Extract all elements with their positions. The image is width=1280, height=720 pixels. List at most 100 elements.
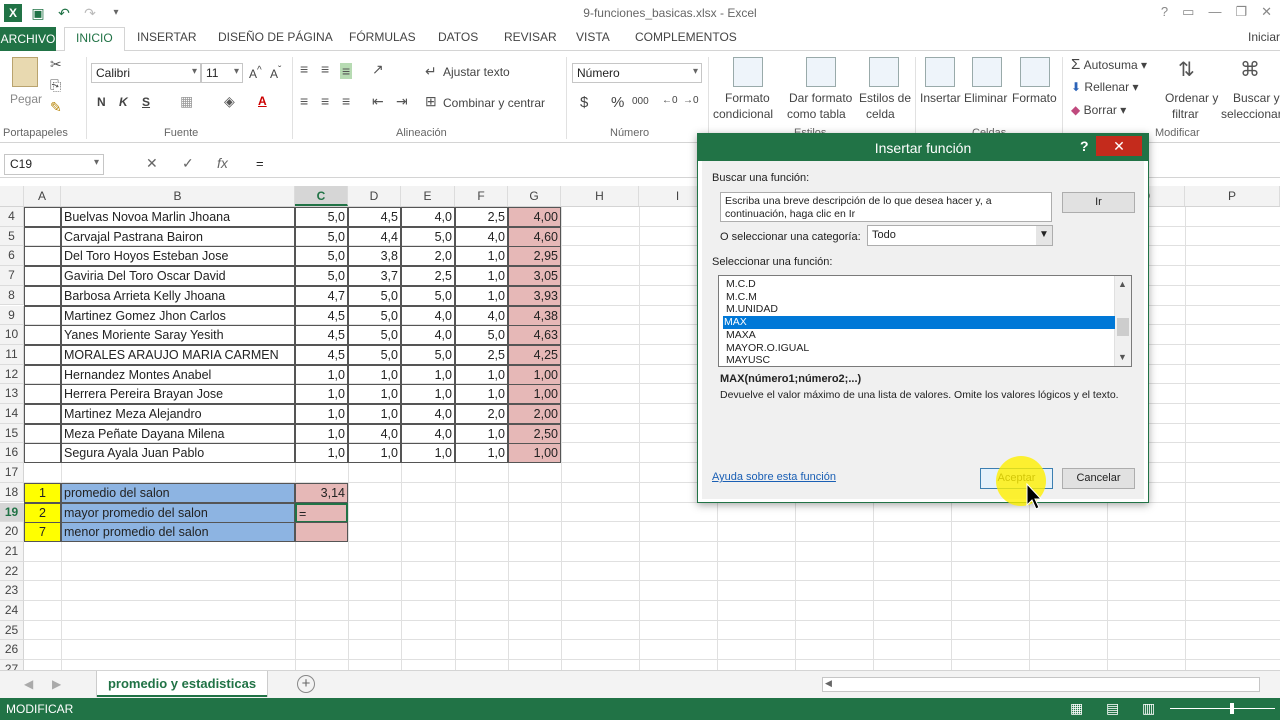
tab-item[interactable]: VISTA [576,30,610,44]
scroll-sheets-left-icon[interactable]: ◀ [24,677,33,691]
row-header[interactable]: 10 [0,325,24,345]
student-name-cell[interactable]: Meza Peñate Dayana Milena [61,423,295,444]
grade-cell[interactable]: 4,7 [295,285,348,306]
column-header[interactable]: G [508,186,561,206]
bold-button[interactable]: N [97,95,106,109]
page-layout-view-icon[interactable]: ▤ [1106,700,1119,717]
grade-cell[interactable]: 5,0 [348,325,401,346]
table-format-label-1[interactable]: Dar formato [789,91,852,105]
grade-cell[interactable]: 1,0 [295,384,348,405]
close-icon[interactable]: ✕ [1261,4,1272,20]
grade-cell[interactable]: 5,0 [295,226,348,247]
wrap-text-button[interactable]: Ajustar texto [443,65,510,79]
grow-font-button[interactable]: A^ [249,65,262,81]
minimize-icon[interactable]: — [1208,4,1221,20]
grade-cell[interactable]: 1,0 [455,423,508,444]
function-help-link[interactable]: Ayuda sobre esta función [712,471,836,483]
grade-cell[interactable]: 3,8 [348,246,401,267]
align-center-icon[interactable]: ≡ [321,93,329,109]
grade-cell[interactable]: 1,0 [348,384,401,405]
format-cells-icon[interactable] [1020,57,1050,87]
grade-cell[interactable]: 2,5 [455,207,508,227]
grade-cell[interactable]: 2,0 [455,404,508,424]
conditional-format-label-1[interactable]: Formato [725,91,770,105]
insert-cells-icon[interactable] [925,57,955,87]
student-name-cell[interactable]: Yanes Moriente Saray Yesith [61,325,295,346]
row-header[interactable]: 4 [0,207,24,227]
zoom-slider[interactable] [1170,703,1275,714]
name-box[interactable]: C19 [4,154,104,175]
summary-value-cell[interactable]: 3,14 [295,482,348,503]
insert-function-icon[interactable]: fx [217,155,228,171]
help-icon[interactable]: ? [1161,4,1168,20]
font-color-button[interactable]: A [258,94,267,108]
row-header[interactable]: 7 [0,266,24,286]
grade-cell[interactable]: 2,0 [401,246,455,267]
row-header[interactable]: 27 [0,660,24,670]
tab-item[interactable]: DISEÑO DE PÁGINA [218,30,333,44]
sort-filter-icon[interactable]: ⇅ [1178,57,1195,82]
row-header[interactable]: 5 [0,226,24,247]
dialog-close-button[interactable]: ✕ [1096,136,1142,156]
student-name-cell[interactable]: Buelvas Novoa Marlin Jhoana [61,207,295,227]
function-list-item[interactable]: M.UNIDAD [725,303,1115,316]
row-header[interactable]: 15 [0,423,24,444]
font-size-select[interactable]: 11 [201,63,243,83]
grade-cell[interactable]: 1,0 [455,443,508,464]
grade-cell[interactable]: 1,0 [455,266,508,287]
row-header[interactable]: 8 [0,285,24,306]
average-cell[interactable]: 2,50 [508,423,561,444]
number-format-select[interactable]: Número [572,63,702,83]
column-header[interactable]: E [401,186,455,206]
average-cell[interactable]: 1,00 [508,443,561,464]
fill-color-icon[interactable]: ◈ [224,93,235,110]
empty-cell[interactable] [24,246,61,267]
restore-icon[interactable]: ❐ [1235,4,1247,20]
empty-cell[interactable] [24,384,61,405]
function-list[interactable]: ▲ ▼ M.C.D M.C.M M.UNIDAD MAX MAXA MAYOR.O.IGU… [718,275,1132,367]
grade-cell[interactable]: 5,0 [455,325,508,346]
empty-cell[interactable] [24,364,61,385]
tab-item[interactable]: COMPLEMENTOS [635,30,737,44]
grade-cell[interactable]: 1,0 [455,364,508,385]
grade-cell[interactable]: 1,0 [348,364,401,385]
grade-cell[interactable]: 4,5 [295,344,348,365]
scroll-sheets-right-icon[interactable]: ▶ [52,677,61,691]
add-sheet-icon[interactable]: + [297,675,315,693]
currency-button[interactable]: $ [580,94,588,111]
empty-cell[interactable] [24,443,61,464]
grade-cell[interactable]: 1,0 [401,364,455,385]
grade-cell[interactable]: 1,0 [295,364,348,385]
go-button[interactable]: Ir [1062,192,1135,213]
empty-cell[interactable] [24,325,61,346]
align-left-icon[interactable]: ≡ [300,93,308,109]
average-cell[interactable]: 4,60 [508,226,561,247]
average-cell[interactable]: 1,00 [508,384,561,405]
grade-cell[interactable]: 1,0 [455,246,508,267]
average-cell[interactable]: 1,00 [508,364,561,385]
cell-styles-label-2[interactable]: celda [866,107,895,121]
insert-cells-button[interactable]: Insertar [920,91,961,105]
dialog-help-icon[interactable]: ? [1080,138,1089,154]
scroll-down-icon[interactable]: ▼ [1118,352,1127,362]
summary-value-cell[interactable] [295,522,348,543]
function-list-item[interactable]: MAYOR.O.IGUAL [725,342,1115,355]
cut-icon[interactable]: ✂ [50,56,62,73]
row-header[interactable]: 19 [0,502,24,523]
grade-cell[interactable]: 5,0 [295,207,348,227]
thousands-button[interactable]: 000 [632,96,649,107]
row-header[interactable]: 23 [0,581,24,601]
align-middle-icon[interactable]: ≡ [321,61,329,77]
row-header[interactable]: 26 [0,640,24,661]
grade-cell[interactable]: 5,0 [348,344,401,365]
grade-cell[interactable]: 5,0 [401,344,455,365]
find-select-label-2[interactable]: seleccionar [1221,107,1280,121]
copy-icon[interactable]: ⎘ [50,77,61,94]
shrink-font-button[interactable]: Aˇ [270,65,281,81]
row-header[interactable]: 22 [0,561,24,582]
cancel-button[interactable]: Cancelar [1062,468,1135,489]
fill-button[interactable]: ⬇ Rellenar ▾ [1071,80,1138,94]
grade-cell[interactable]: 1,0 [455,384,508,405]
grade-cell[interactable]: 5,0 [295,246,348,267]
summary-rank-cell[interactable]: 1 [24,482,61,503]
